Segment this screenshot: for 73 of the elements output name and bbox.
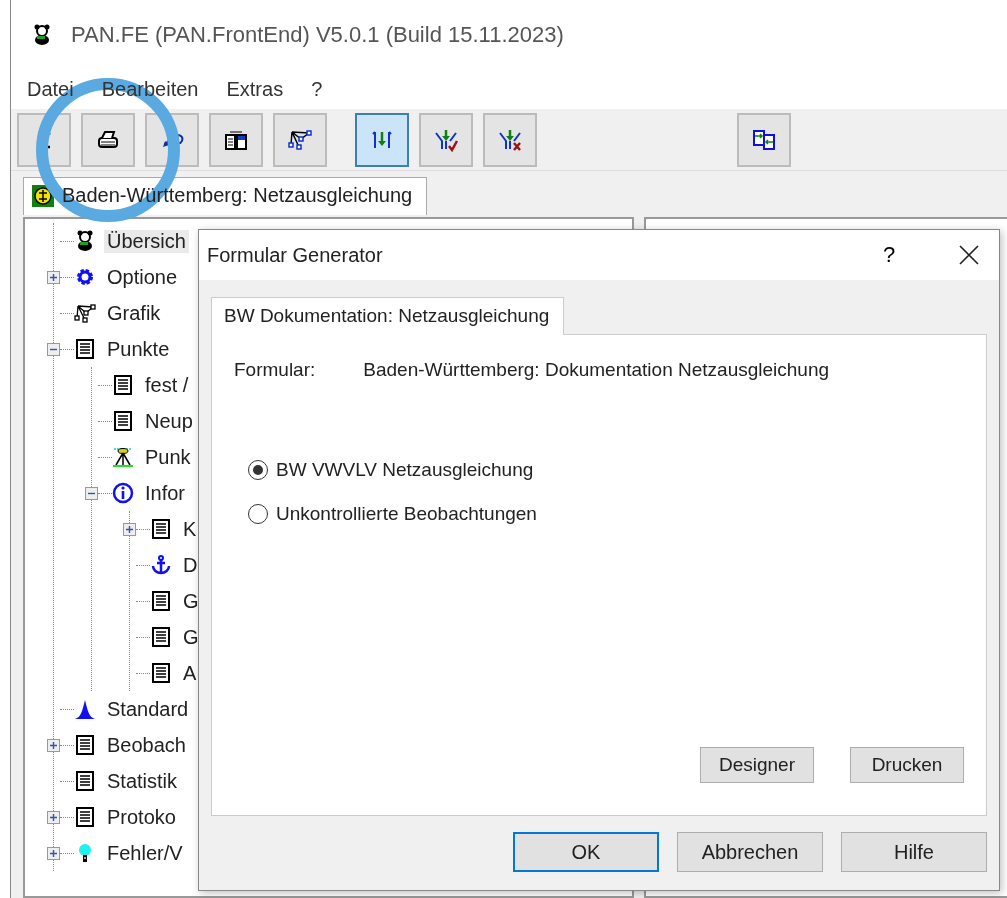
gear-icon bbox=[74, 266, 96, 288]
list-icon bbox=[112, 374, 134, 396]
list-icon bbox=[74, 338, 96, 360]
info-icon bbox=[112, 482, 134, 504]
tree-item[interactable]: G bbox=[180, 589, 202, 613]
toolbar-button[interactable] bbox=[483, 112, 537, 167]
tree-item[interactable]: Punk bbox=[142, 445, 194, 469]
expand-toggle[interactable] bbox=[123, 522, 136, 536]
toolbar-button[interactable] bbox=[209, 112, 263, 167]
tree-item[interactable]: D bbox=[180, 553, 201, 577]
expand-toggle[interactable] bbox=[47, 270, 60, 284]
panel-button[interactable]: Designer bbox=[700, 747, 814, 783]
toolbar-button[interactable] bbox=[419, 112, 473, 167]
plus-icon bbox=[125, 524, 134, 534]
expand-toggle[interactable] bbox=[47, 810, 60, 824]
menu-item[interactable]: Extras bbox=[226, 76, 284, 103]
tree-item[interactable]: Protoko bbox=[104, 805, 179, 829]
plus-icon bbox=[49, 812, 58, 822]
toolbar-button[interactable] bbox=[273, 112, 327, 167]
plus-icon bbox=[49, 740, 58, 750]
list-icon bbox=[150, 626, 172, 648]
radio-button[interactable] bbox=[248, 504, 268, 524]
panel-button[interactable]: Drucken bbox=[850, 747, 964, 783]
expand-toggle[interactable] bbox=[47, 738, 60, 752]
list-icon bbox=[74, 734, 96, 756]
tripod-icon bbox=[112, 446, 134, 468]
dialog-button[interactable]: OK bbox=[513, 832, 659, 872]
tree-item[interactable]: Grafik bbox=[104, 301, 164, 325]
anchor-icon bbox=[150, 554, 172, 576]
collapse-toggle[interactable] bbox=[85, 486, 98, 500]
dialog-button[interactable]: Abbrechen bbox=[677, 832, 823, 872]
list-icon bbox=[112, 410, 134, 432]
toolbar-button[interactable] bbox=[81, 112, 135, 167]
toolbar-button[interactable] bbox=[355, 112, 409, 167]
tree-item[interactable]: Neup bbox=[142, 409, 196, 433]
tree-item[interactable]: K bbox=[180, 517, 200, 541]
tree-item[interactable]: Statistik bbox=[104, 769, 181, 793]
list-icon bbox=[74, 770, 96, 792]
form-label: Formular: bbox=[234, 359, 316, 381]
list-icon bbox=[74, 806, 96, 828]
radio-option[interactable]: Unkontrollierte Beobachtungen bbox=[248, 503, 964, 525]
menu-item[interactable]: ? bbox=[311, 76, 323, 103]
tree-item[interactable]: Beobach bbox=[104, 733, 189, 757]
form-name: Baden-Württemberg: Dokumentation Netzausgleichung bbox=[363, 359, 830, 381]
tree-item[interactable]: fest / bbox=[142, 373, 192, 397]
expand-toggle[interactable] bbox=[47, 846, 60, 860]
close-icon bbox=[959, 245, 979, 265]
plus-icon bbox=[49, 848, 58, 858]
dialog-tab[interactable]: BW Dokumentation: Netzausgleichung bbox=[211, 297, 565, 335]
radio-button[interactable] bbox=[248, 460, 268, 480]
radio-option[interactable]: BW VWVLV Netzausgleichung bbox=[248, 459, 964, 481]
help-button[interactable]: ? bbox=[849, 242, 929, 268]
collapse-toggle[interactable] bbox=[47, 342, 60, 356]
dialog-button[interactable]: Hilfe bbox=[841, 832, 987, 872]
tree-item[interactable]: Übersich bbox=[104, 229, 189, 253]
window-title: PAN.FE (PAN.FrontEnd) V5.0.1 (Build 15.11.2023) bbox=[71, 22, 564, 48]
plus-icon bbox=[49, 272, 58, 282]
tree-item[interactable]: Fehler/V bbox=[104, 841, 186, 865]
network-icon bbox=[74, 302, 96, 324]
dialog-title: Formular Generator bbox=[207, 243, 384, 267]
tree-item[interactable]: Optione bbox=[104, 265, 181, 289]
tree-item[interactable]: G bbox=[180, 625, 202, 649]
toolbar-button[interactable] bbox=[737, 112, 791, 167]
option-label: Unkontrollierte Beobachtungen bbox=[276, 503, 537, 525]
list-icon bbox=[150, 518, 172, 540]
list-icon bbox=[150, 662, 172, 684]
option-label: BW VWVLV Netzausgleichung bbox=[276, 459, 534, 481]
tree-item[interactable]: Infor bbox=[142, 481, 189, 505]
tree-item[interactable]: Punkte bbox=[104, 337, 173, 361]
menu-item[interactable]: Datei bbox=[27, 76, 74, 103]
tree-item[interactable]: A bbox=[180, 661, 200, 685]
list-icon bbox=[150, 590, 172, 612]
tree-item[interactable]: Standard bbox=[104, 697, 192, 721]
